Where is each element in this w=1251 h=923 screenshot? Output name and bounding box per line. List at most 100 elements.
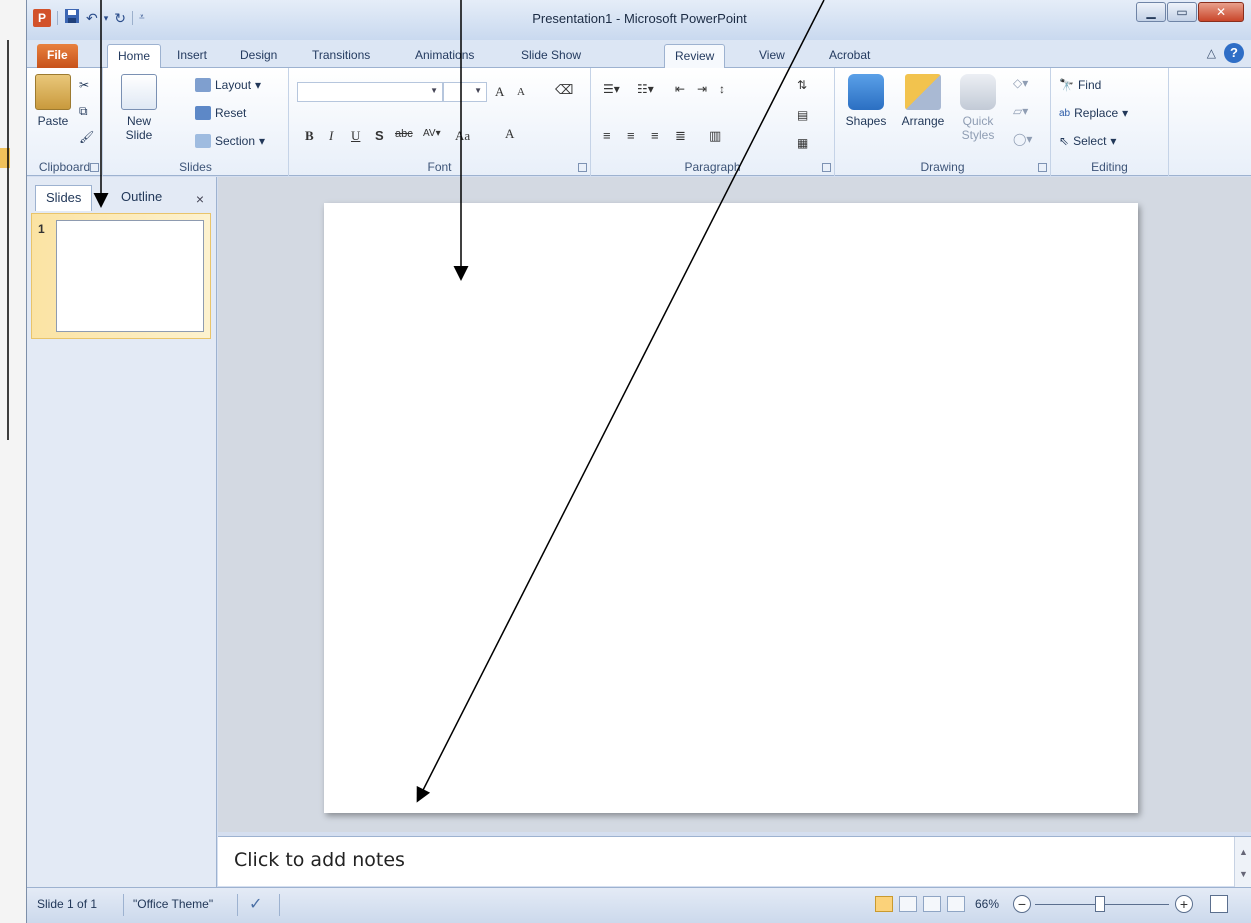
scroll-down-icon[interactable]: ▼ (1239, 869, 1248, 879)
font-color-button[interactable]: A (505, 126, 514, 142)
shrink-font-button[interactable]: A (517, 86, 525, 98)
shape-effects-icon[interactable]: ◯▾ (1013, 132, 1032, 146)
tab-home[interactable]: Home (107, 44, 162, 68)
drawing-launcher-icon[interactable] (1038, 163, 1047, 172)
group-drawing: Shapes Arrange Quick Styles ◇▾ ▱▾ ◯▾ Dra… (835, 68, 1051, 176)
tab-slides[interactable]: Slides (35, 185, 93, 211)
zoom-in-icon[interactable]: + (1175, 895, 1193, 913)
background-document-strip (0, 0, 28, 923)
maximize-button[interactable]: ▭ (1167, 2, 1197, 22)
align-text-icon[interactable]: ▤ (797, 108, 808, 122)
shapes-icon (848, 74, 884, 110)
notes-pane[interactable]: Click to add notes ▲ ▼ (218, 836, 1251, 887)
grow-font-button[interactable]: A (495, 84, 504, 100)
paste-button[interactable]: Paste (33, 74, 73, 128)
new-slide-button[interactable]: New Slide (111, 74, 167, 142)
slide-thumbnail[interactable] (56, 220, 204, 332)
tab-transitions[interactable]: Transitions (302, 44, 380, 68)
fit-slide-icon[interactable] (1210, 895, 1228, 913)
numbering-icon[interactable]: ☷▾ (637, 82, 654, 96)
group-paragraph: ☰▾ ☷▾ ⇤ ⇥ ↕ ⇅ ▤ ▦ ≡ ≡ ≡ ≣ ▥ Paragraph (591, 68, 835, 176)
layout-button[interactable]: Layout ▾ (195, 78, 261, 92)
replace-button[interactable]: ab Replace ▾ (1059, 106, 1128, 120)
copy-icon[interactable]: ⧉ (79, 104, 88, 119)
minimize-button[interactable]: ▁ (1136, 2, 1166, 22)
clipboard-launcher-icon[interactable] (90, 163, 99, 172)
find-button[interactable]: 🔭 Find (1059, 78, 1101, 92)
text-direction-icon[interactable]: ⇅ (797, 78, 807, 92)
paragraph-launcher-icon[interactable] (822, 163, 831, 172)
tab-file[interactable]: File (37, 44, 78, 68)
spell-check-icon[interactable]: ✓ (249, 894, 262, 914)
align-right-icon[interactable]: ≡ (651, 128, 659, 143)
line-spacing-icon[interactable]: ↕ (719, 82, 725, 96)
help-icon[interactable]: ? (1224, 43, 1244, 63)
quick-styles-button[interactable]: Quick Styles (953, 74, 1003, 142)
chevron-down-icon: ▼ (474, 86, 482, 95)
section-label: Section (215, 134, 256, 148)
cut-icon[interactable]: ✂ (79, 78, 89, 92)
zoom-out-icon[interactable]: − (1013, 895, 1031, 913)
editing-group-label: Editing (1091, 160, 1128, 174)
tab-outline[interactable]: Outline (111, 185, 172, 211)
tab-animations[interactable]: Animations (405, 44, 484, 68)
new-slide-label-2: Slide (125, 128, 153, 142)
align-center-icon[interactable]: ≡ (627, 128, 635, 143)
slide-sorter-view-icon[interactable] (899, 896, 917, 912)
shape-outline-icon[interactable]: ▱▾ (1013, 104, 1028, 118)
slide-editing-area (218, 177, 1251, 832)
tab-acrobat[interactable]: Acrobat (819, 44, 880, 68)
italic-button[interactable]: I (329, 128, 333, 144)
bold-button[interactable]: B (305, 128, 314, 144)
normal-view-icon[interactable] (875, 896, 893, 912)
section-icon (195, 134, 211, 148)
notes-scrollbar[interactable]: ▲ ▼ (1234, 837, 1251, 887)
character-spacing-icon[interactable]: AV▾ (423, 128, 441, 139)
font-launcher-icon[interactable] (578, 163, 587, 172)
slide-thumbnail-item[interactable]: 1 (31, 213, 211, 339)
clear-formatting-icon[interactable]: ⌫ (555, 82, 573, 98)
scroll-up-icon[interactable]: ▲ (1239, 847, 1248, 857)
close-pane-icon[interactable]: × (189, 189, 211, 209)
cursor-arrow-icon: ⇖ (1059, 134, 1070, 148)
tab-review[interactable]: Review (664, 44, 726, 68)
columns-icon[interactable]: ▥ (709, 128, 721, 144)
tab-view[interactable]: View (749, 44, 795, 68)
align-left-icon[interactable]: ≡ (603, 128, 611, 143)
change-case-button[interactable]: Aa (455, 128, 470, 144)
underline-button[interactable]: U (351, 128, 360, 144)
tab-design[interactable]: Design (230, 44, 287, 68)
decrease-indent-icon[interactable]: ⇤ (675, 82, 685, 96)
increase-indent-icon[interactable]: ⇥ (697, 82, 707, 96)
zoom-level[interactable]: 66% (975, 897, 999, 911)
text-shadow-button[interactable]: S (375, 128, 384, 143)
font-size-select[interactable]: ▼ (443, 82, 487, 102)
bullets-icon[interactable]: ☰▾ (603, 82, 620, 96)
background-highlight (0, 148, 10, 168)
current-slide[interactable] (324, 203, 1138, 813)
select-button[interactable]: ⇖ Select ▾ (1059, 134, 1116, 148)
section-button[interactable]: Section ▾ (195, 134, 265, 148)
minimize-ribbon-icon[interactable]: △ (1207, 46, 1216, 60)
shapes-button[interactable]: Shapes (841, 74, 891, 128)
window-controls: ▁ ▭ ✕ (1136, 2, 1244, 22)
notes-placeholder[interactable]: Click to add notes (234, 849, 405, 871)
reset-button[interactable]: Reset (195, 106, 246, 120)
theme-status[interactable]: "Office Theme" (133, 897, 213, 911)
close-window-button[interactable]: ✕ (1198, 2, 1244, 22)
shape-fill-icon[interactable]: ◇▾ (1013, 76, 1028, 90)
paragraph-group-label: Paragraph (684, 160, 741, 174)
format-painter-icon[interactable]: 🖌 (79, 130, 94, 144)
reading-view-icon[interactable] (923, 896, 941, 912)
zoom-slider-thumb[interactable] (1095, 896, 1105, 912)
arrange-button[interactable]: Arrange (895, 74, 951, 128)
group-slides: New Slide Layout ▾ Reset Section ▾ Slide… (103, 68, 289, 176)
strikethrough-button[interactable]: abc (395, 128, 413, 140)
group-clipboard: Paste ✂ ⧉ 🖌 Clipboard (27, 68, 103, 176)
smartart-icon[interactable]: ▦ (797, 136, 808, 150)
tab-slide-show[interactable]: Slide Show (511, 44, 591, 68)
justify-icon[interactable]: ≣ (675, 128, 686, 144)
slide-show-view-icon[interactable] (947, 896, 965, 912)
tab-insert[interactable]: Insert (167, 44, 217, 68)
font-name-select[interactable]: ▼ (297, 82, 443, 102)
